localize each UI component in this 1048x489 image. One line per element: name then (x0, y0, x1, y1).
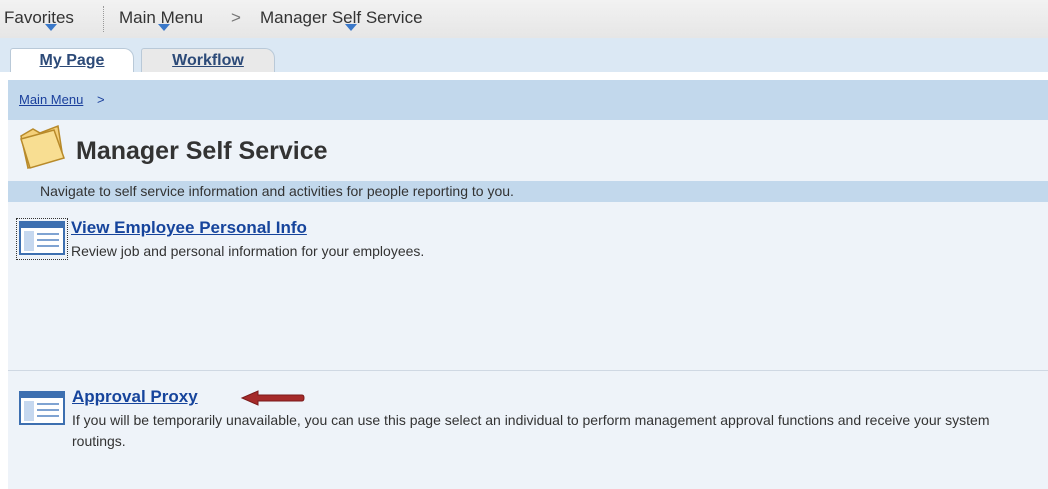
breadcrumb: Main Menu > (8, 80, 1048, 120)
breadcrumb-main-menu-link[interactable]: Main Menu (19, 92, 83, 107)
view-employee-personal-info-description: Review job and personal information for … (71, 243, 425, 259)
tab-bar: My Page Workflow (0, 38, 1048, 72)
page-title: Manager Self Service (76, 137, 328, 165)
section-divider (8, 370, 1048, 371)
folder-icon (20, 124, 65, 170)
page-description: Navigate to self service information and… (40, 183, 514, 199)
nav-manager-self-service[interactable]: Manager Self Service (260, 8, 423, 28)
view-employee-personal-info-link[interactable]: View Employee Personal Info (71, 218, 307, 238)
page-icon[interactable] (19, 391, 65, 425)
tab-workflow[interactable]: Workflow (141, 48, 275, 72)
manager-self-service-dropdown-icon[interactable] (345, 24, 357, 31)
main-menu-dropdown-icon[interactable] (158, 24, 170, 31)
nav-chevron: > (231, 8, 241, 27)
page-description-band: Navigate to self service information and… (8, 181, 1048, 202)
favorites-dropdown-icon[interactable] (45, 24, 57, 31)
page-icon[interactable] (19, 221, 65, 255)
arrow-left-icon (240, 390, 305, 406)
approval-proxy-link[interactable]: Approval Proxy (72, 387, 198, 407)
tab-my-page[interactable]: My Page (10, 48, 134, 72)
top-navigation-bar: Favorites Main Menu > Manager Self Servi… (0, 0, 1048, 38)
nav-separator (103, 6, 104, 32)
nav-favorites[interactable]: Favorites (4, 8, 74, 28)
breadcrumb-separator: > (97, 92, 105, 107)
approval-proxy-description: If you will be temporarily unavailable, … (72, 412, 990, 449)
